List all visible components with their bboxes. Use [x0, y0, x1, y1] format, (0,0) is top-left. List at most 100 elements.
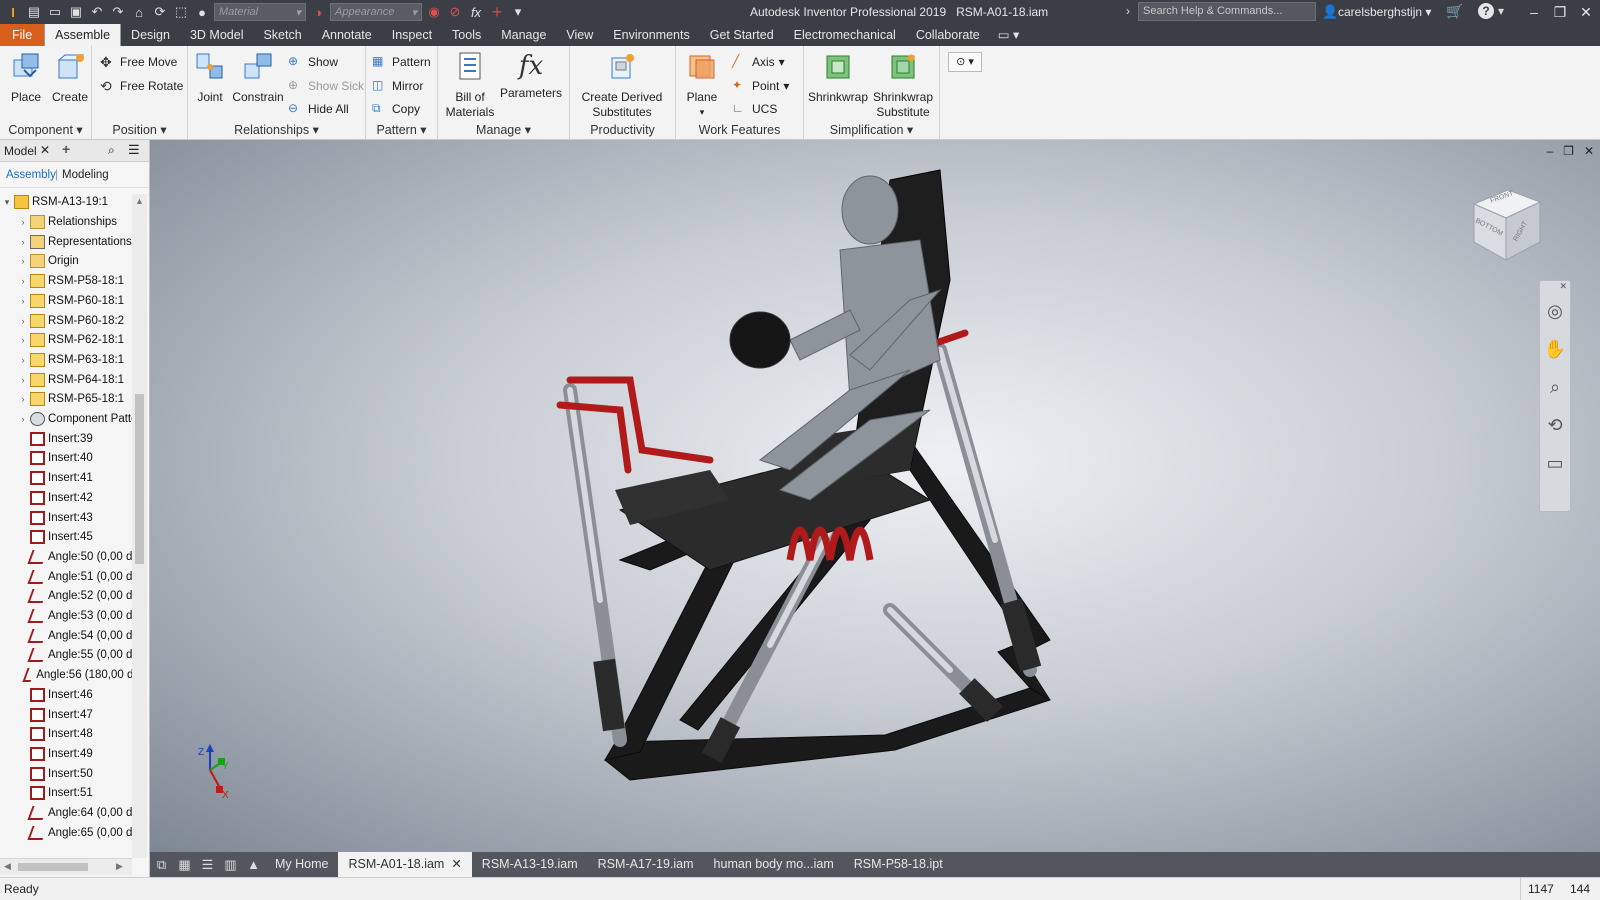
expand-icon[interactable]: › — [18, 296, 28, 306]
tab-tools[interactable]: Tools — [442, 24, 491, 46]
steering-wheel-icon[interactable]: ◎ — [1540, 292, 1570, 330]
tile-vertical-icon[interactable]: ▥ — [219, 852, 242, 877]
tree-item[interactable]: Insert:51 — [18, 783, 132, 803]
copy-button[interactable]: ⧉ Copy — [372, 99, 420, 119]
tree-item[interactable]: › RSM-P65-18:1 — [18, 389, 132, 409]
tree-item[interactable]: Insert:48 — [18, 724, 132, 744]
tree-item[interactable]: › Relationships — [18, 212, 132, 232]
browser-scrollbar-vertical[interactable]: ▲ — [132, 194, 147, 858]
tab-assemble[interactable]: Assemble — [44, 24, 122, 46]
mirror-button[interactable]: ◫ Mirror — [372, 76, 423, 96]
simulator-model[interactable] — [150, 140, 1600, 852]
tree-item[interactable]: › RSM-P64-18:1 — [18, 370, 132, 390]
shrinkwrap-substitute-button[interactable]: Shrinkwrap Substitute — [870, 50, 936, 120]
cascade-icon[interactable]: ⧉ — [150, 852, 173, 877]
close-icon[interactable]: ✕ — [1540, 281, 1570, 292]
chevron-right-icon[interactable]: › — [1126, 4, 1130, 18]
save-icon[interactable]: ▣ — [67, 3, 85, 21]
pattern-panel-label[interactable]: Pattern ▾ — [366, 122, 437, 137]
tree-item[interactable]: › RSM-P62-18:1 — [18, 330, 132, 350]
help-icon[interactable]: ? — [1478, 3, 1494, 19]
scroll-up-icon[interactable]: ▲ — [135, 196, 144, 206]
relationships-panel-label[interactable]: Relationships ▾ — [188, 122, 365, 137]
doc-tab-my-home[interactable]: My Home — [265, 852, 338, 877]
tree-root[interactable]: ▾ RSM-A13-19:1 — [2, 192, 132, 212]
parameters-button[interactable]: fx Parameters — [498, 50, 564, 101]
customize-qa-icon[interactable]: ▾ — [509, 3, 527, 21]
tree-item[interactable]: Insert:39 — [18, 429, 132, 449]
plane-button[interactable]: Plane ▾ — [680, 50, 724, 120]
axis-button[interactable]: ╱ Axis ▾ — [732, 52, 785, 72]
pattern-button[interactable]: ▦ Pattern — [372, 52, 431, 72]
restore-icon[interactable]: ❐ — [1548, 2, 1572, 22]
tree-item[interactable]: › Representations — [18, 232, 132, 252]
place-button[interactable]: Place — [8, 50, 44, 105]
expand-icon[interactable]: › — [18, 375, 28, 385]
adjust-appearance-icon[interactable]: ◉ — [425, 3, 443, 21]
tab-collaborate[interactable]: Collaborate — [906, 24, 990, 46]
tree-item[interactable]: Insert:41 — [18, 468, 132, 488]
manage-panel-label[interactable]: Manage ▾ — [438, 122, 569, 137]
tab-design[interactable]: Design — [121, 24, 180, 46]
simplification-panel-label[interactable]: Simplification ▾ — [804, 122, 939, 137]
app-logo-icon[interactable]: I — [4, 3, 22, 21]
tree-item[interactable]: Angle:64 (0,00 deg) — [18, 803, 132, 823]
ribbon-options-icon[interactable]: ▭ ▾ — [990, 24, 1028, 46]
user-icon[interactable]: 👤 — [1322, 4, 1338, 20]
fx-icon[interactable]: fx — [467, 3, 485, 21]
update-icon[interactable]: ⟳ — [151, 3, 169, 21]
expand-icon[interactable]: › — [18, 316, 28, 326]
scroll-left-icon[interactable]: ◀ — [4, 861, 11, 872]
tree-item[interactable]: › RSM-P60-18:1 — [18, 291, 132, 311]
hide-all-button[interactable]: ⊖ Hide All — [288, 99, 349, 119]
user-name[interactable]: carelsberghstijn ▾ — [1338, 5, 1431, 19]
expand-icon[interactable]: › — [18, 256, 28, 266]
tab-view[interactable]: View — [556, 24, 603, 46]
collapse-icon[interactable]: ▾ — [2, 197, 12, 208]
show-sick-button[interactable]: ⊕ Show Sick — [288, 76, 364, 96]
tree-item[interactable]: Insert:40 — [18, 448, 132, 468]
pan-icon[interactable]: ✋ — [1540, 330, 1570, 368]
graphics-viewport[interactable]: – ❐ ✕ Z Y X FRONT BOTTOM RIGHT ✕ ◎ ✋ ⌕ ⟲… — [150, 140, 1600, 852]
tab-get-started[interactable]: Get Started — [700, 24, 784, 46]
undo-icon[interactable]: ↶ — [88, 3, 106, 21]
close-icon[interactable]: ✕ — [1574, 2, 1598, 22]
expand-icon[interactable]: › — [18, 237, 28, 247]
tree-item[interactable]: Angle:51 (0,00 deg) — [18, 567, 132, 587]
shrinkwrap-button[interactable]: Shrinkwrap — [808, 50, 868, 105]
doc-tab-human-body[interactable]: human body mo...iam — [704, 852, 844, 877]
free-rotate-button[interactable]: ⟲ Free Rotate — [100, 76, 183, 96]
tree-item[interactable]: Insert:47 — [18, 705, 132, 725]
tree-item[interactable]: Angle:50 (0,00 deg) — [18, 547, 132, 567]
tab-electromechanical[interactable]: Electromechanical — [784, 24, 906, 46]
close-icon[interactable]: ✕ — [40, 143, 50, 157]
new-file-icon[interactable]: ▤ — [25, 3, 43, 21]
close-icon[interactable]: ✕ — [451, 857, 461, 871]
home-icon[interactable]: ⌂ — [130, 3, 148, 21]
tree-item[interactable]: Insert:46 — [18, 685, 132, 705]
tree-item[interactable]: Angle:56 (180,00 deg) — [18, 665, 132, 685]
ucs-button[interactable]: ∟ UCS — [732, 99, 777, 119]
expand-icon[interactable]: › — [18, 217, 28, 227]
tree-item[interactable]: › RSM-P58-18:1 — [18, 271, 132, 291]
tab-file[interactable]: File — [0, 24, 45, 46]
scroll-thumb[interactable] — [135, 394, 144, 564]
component-panel-label[interactable]: Component ▾ — [0, 122, 91, 137]
subtab-assembly[interactable]: Assembly — [6, 169, 56, 181]
search-icon[interactable]: ⌕ — [108, 143, 115, 158]
tree-item[interactable]: Insert:42 — [18, 488, 132, 508]
expand-icon[interactable]: › — [18, 276, 28, 286]
ribbon-more-button[interactable]: ⊙ ▾ — [948, 52, 982, 72]
doc-tab-a17[interactable]: RSM-A17-19.iam — [588, 852, 704, 877]
browser-scrollbar-horizontal[interactable]: ◀ ▶ — [0, 858, 132, 875]
bill-of-materials-button[interactable]: Bill of Materials — [442, 50, 498, 120]
tree-item[interactable]: Insert:49 — [18, 744, 132, 764]
tree-item[interactable]: › Origin — [18, 251, 132, 271]
free-move-button[interactable]: ✥ Free Move — [100, 52, 177, 72]
joint-button[interactable]: Joint — [192, 50, 228, 105]
expand-icon[interactable]: › — [18, 394, 28, 404]
tree-item[interactable]: Angle:54 (0,00 deg) — [18, 626, 132, 646]
expand-icon[interactable]: › — [18, 414, 28, 424]
tree-item[interactable]: Insert:43 — [18, 508, 132, 528]
position-panel-label[interactable]: Position ▾ — [92, 122, 187, 137]
